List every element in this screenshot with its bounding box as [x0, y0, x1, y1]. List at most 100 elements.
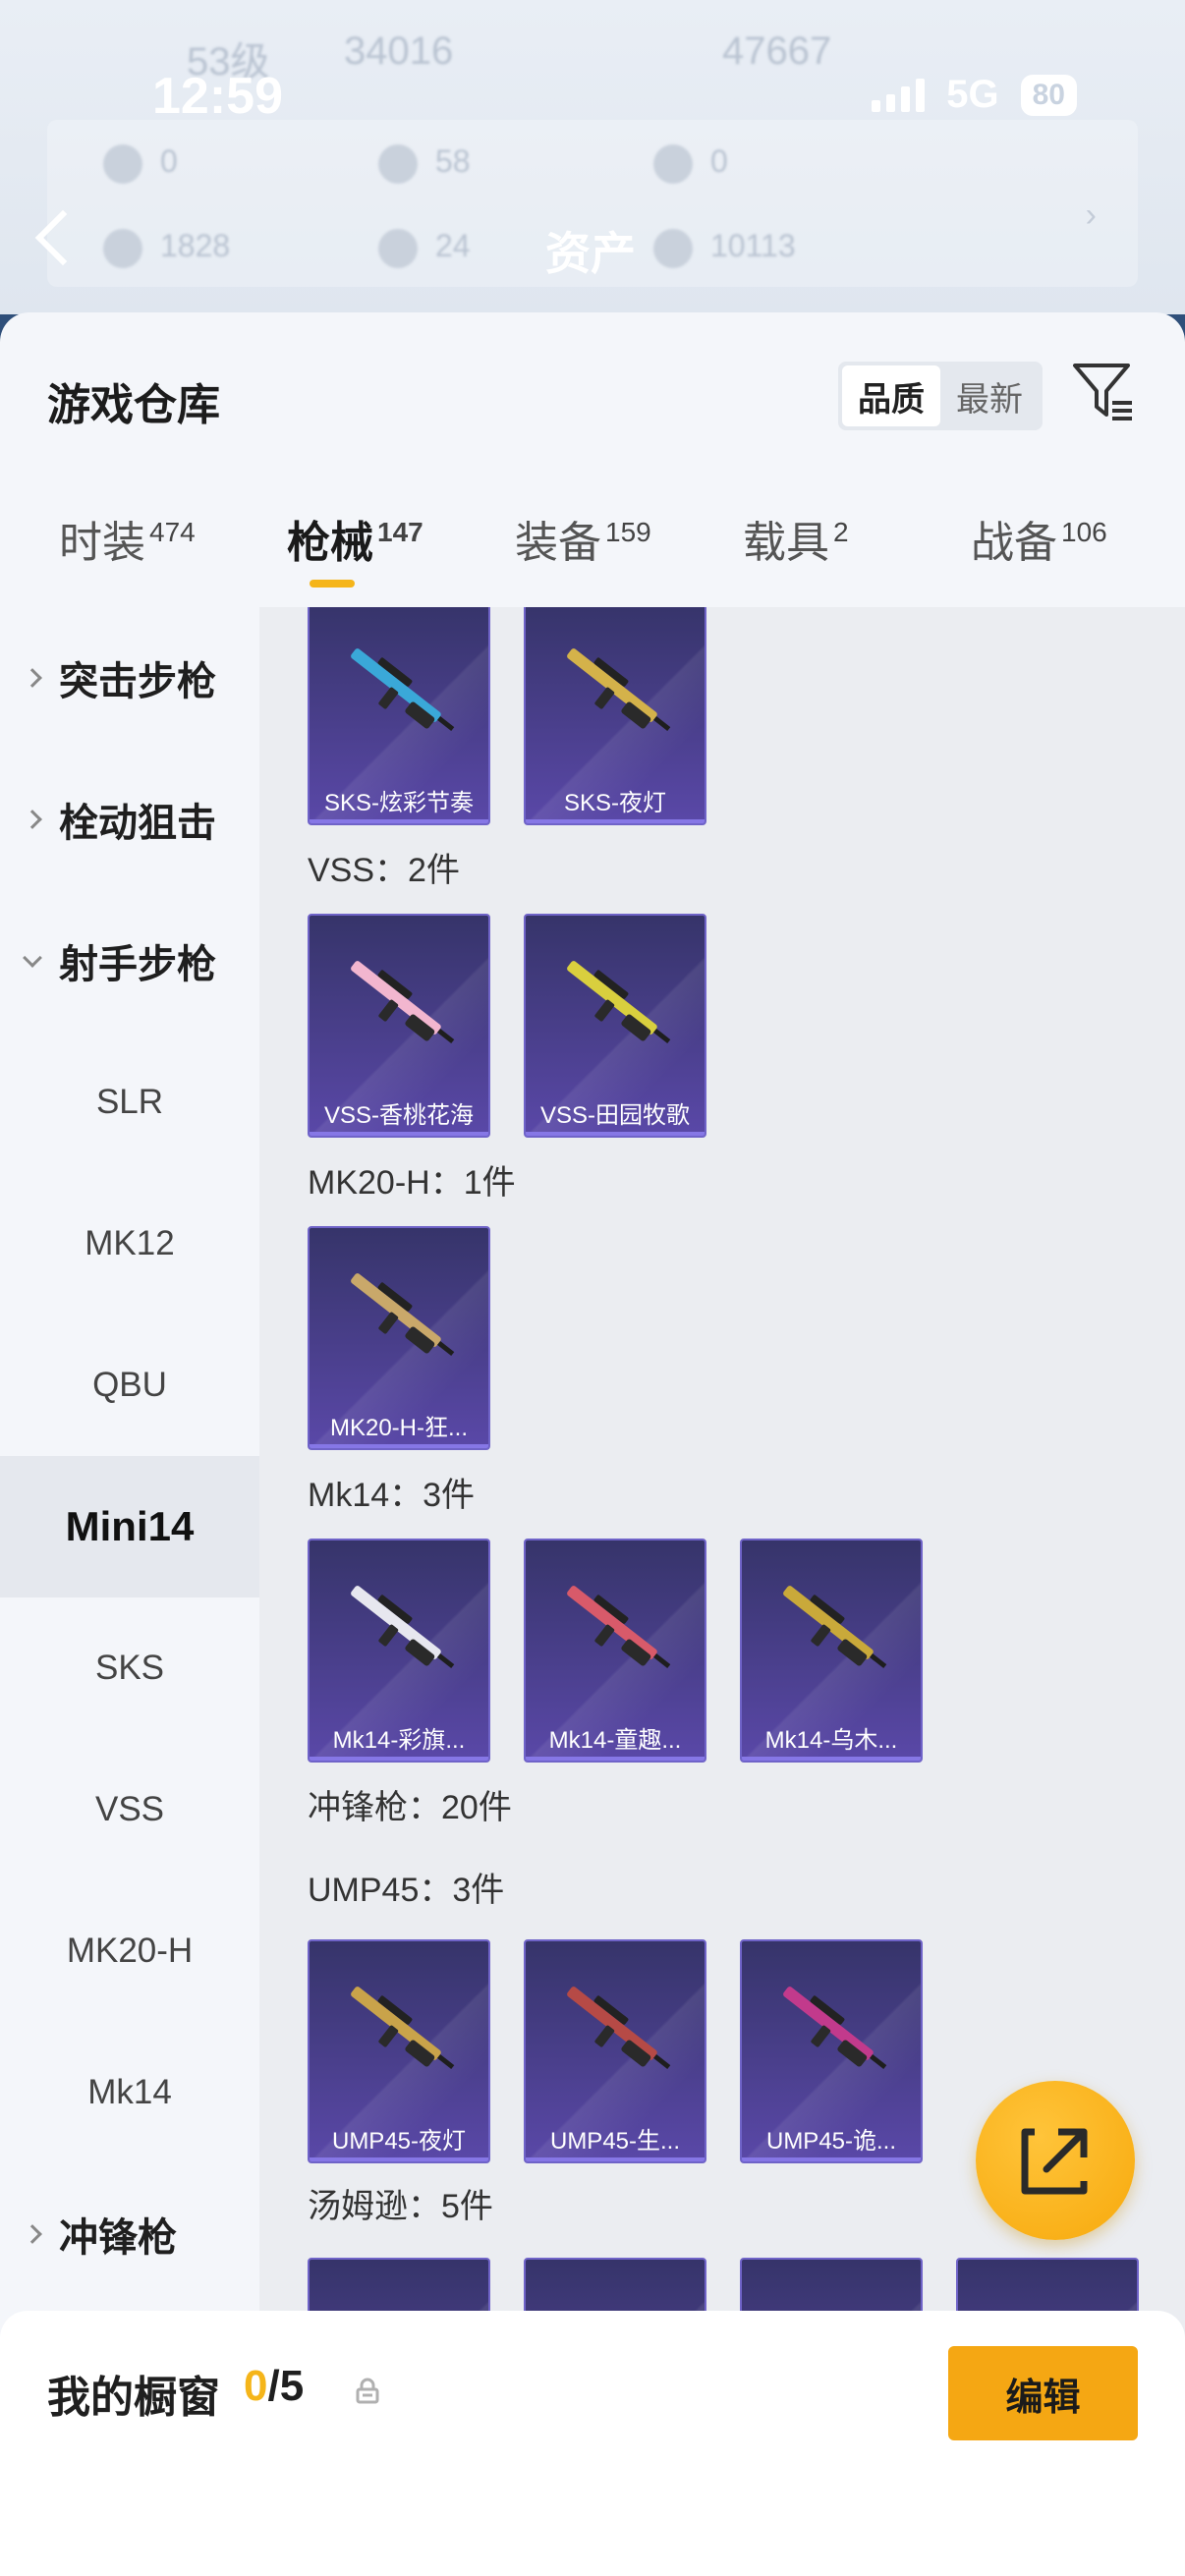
rarity-bar — [526, 1757, 705, 1761]
sidebar-item-marksman-rifle[interactable]: 射手步枪 — [0, 890, 259, 1032]
item-name: UMP45-夜灯 — [331, 2128, 467, 2155]
bg-value: 10113 — [710, 228, 796, 263]
background-header: 53级 34016 47667 0 58 0 1828 24 10113 › 1… — [0, 0, 1185, 314]
sidebar-item-slr[interactable]: SLR — [0, 1032, 259, 1173]
battery-icon: 80 — [1020, 74, 1077, 116]
item-card[interactable]: VSS-田园牧歌 — [524, 914, 706, 1138]
bg-coins: 34016 — [344, 29, 454, 73]
bg-coin-icon — [103, 143, 142, 184]
group-label: Mk14：3件 — [308, 1477, 476, 1514]
sidebar-item-label: 射手步枪 — [59, 943, 216, 986]
signal-icon — [872, 78, 926, 112]
edit-button[interactable]: 编辑 — [948, 2346, 1138, 2440]
sort-quality-button[interactable]: 品质 — [842, 365, 940, 426]
sidebar-item-mk12[interactable]: MK12 — [0, 1173, 259, 1315]
sidebar-item-label: 栓动狙击 — [59, 802, 216, 845]
tab-count: 474 — [149, 517, 196, 548]
item-name: UMP45-诡... — [765, 2128, 897, 2155]
sheet-title: 游戏仓库 — [47, 381, 220, 429]
item-card[interactable]: Mk14-童趣... — [524, 1539, 706, 1763]
weapon-icon — [567, 1586, 671, 1669]
chevron-down-icon — [23, 948, 42, 968]
group-label: 汤姆逊：5件 — [308, 2188, 493, 2225]
chevron-right-icon — [23, 668, 42, 688]
item-name: Mk14-彩旗... — [332, 1727, 466, 1754]
sidebar-item-bolt-sniper[interactable]: 栓动狙击 — [0, 749, 259, 890]
tab-count: 159 — [605, 517, 651, 548]
weapon-icon — [783, 1987, 887, 2070]
tab-label: 枪械 — [287, 519, 373, 567]
item-name: Mk14-乌木... — [764, 1727, 898, 1754]
sidebar-item-qbu[interactable]: QBU — [0, 1315, 259, 1456]
group-label: UMP45：3件 — [308, 1872, 505, 1909]
tab-count: 2 — [833, 517, 849, 548]
tab-count: 106 — [1061, 517, 1107, 548]
group-label: VSS：2件 — [308, 852, 460, 889]
bg-value: 0 — [160, 143, 178, 179]
chevron-right-icon: › — [1085, 196, 1097, 234]
item-name: VSS-香桃花海 — [323, 1102, 474, 1129]
rarity-bar — [742, 1757, 921, 1761]
bg-points: 47667 — [722, 29, 832, 73]
tab-guns[interactable]: 枪械 147 — [287, 507, 423, 570]
bg-coin-icon — [378, 228, 418, 268]
bg-value: 1828 — [160, 228, 231, 263]
sidebar-item-sks[interactable]: SKS — [0, 1597, 259, 1739]
showcase-bar: 我的橱窗 0/5 编辑 — [0, 2311, 1185, 2576]
rarity-bar — [742, 2157, 921, 2161]
filter-icon[interactable] — [1071, 360, 1136, 424]
sidebar-item-mk20h[interactable]: MK20-H — [0, 1880, 259, 2022]
chevron-right-icon — [23, 810, 42, 829]
bg-coin-icon — [378, 143, 418, 184]
category-sidebar: 突击步枪 栓动狙击 射手步枪 SLR MK12 QBU Mini14 SKS V… — [0, 607, 259, 2435]
rarity-bar — [526, 819, 705, 823]
showcase-count: 0/5 — [244, 2362, 304, 2411]
item-card[interactable]: Mk14-彩旗... — [308, 1539, 490, 1763]
rarity-bar — [310, 1132, 488, 1136]
bg-coin-icon — [653, 228, 693, 268]
bg-coin-icon — [103, 228, 142, 268]
item-card[interactable]: UMP45-诡... — [740, 1939, 923, 2163]
tab-label: 载具 — [743, 519, 829, 567]
share-button[interactable] — [976, 2081, 1135, 2240]
item-card[interactable]: MK20-H-狂... — [308, 1226, 490, 1450]
tab-gear[interactable]: 战备 106 — [971, 507, 1107, 570]
weapon-icon — [567, 1987, 671, 2070]
sort-latest-button[interactable]: 最新 — [940, 365, 1039, 426]
share-icon — [1021, 2128, 1088, 2195]
tab-equipment[interactable]: 装备 159 — [515, 507, 651, 570]
sidebar-item-mini14[interactable]: Mini14 — [0, 1456, 259, 1597]
bg-value: 24 — [435, 228, 471, 263]
item-card[interactable]: VSS-香桃花海 — [308, 914, 490, 1138]
sidebar-item-mk14[interactable]: Mk14 — [0, 2022, 259, 2163]
status-time: 12:59 — [152, 68, 283, 125]
network-type: 5G — [946, 73, 999, 116]
item-card[interactable]: SKS-夜灯 — [524, 607, 706, 825]
weapon-icon — [783, 1586, 887, 1669]
item-card[interactable]: Mk14-乌木... — [740, 1539, 923, 1763]
weapon-icon — [351, 1273, 455, 1357]
group-label: MK20-H：1件 — [308, 1164, 516, 1202]
bg-coin-icon — [653, 143, 693, 184]
item-card[interactable]: SKS-炫彩节奏 — [308, 607, 490, 825]
weapon-icon — [351, 1987, 455, 2070]
group-label: 冲锋枪：20件 — [308, 1789, 512, 1826]
item-card[interactable]: UMP45-夜灯 — [308, 1939, 490, 2163]
sidebar-item-vss[interactable]: VSS — [0, 1739, 259, 1880]
bg-value: 58 — [435, 143, 471, 179]
item-name: MK20-H-狂... — [329, 1415, 468, 1441]
bg-value: 0 — [710, 143, 728, 179]
tab-count: 147 — [377, 517, 423, 548]
weapon-icon — [351, 1586, 455, 1669]
rarity-bar — [310, 2157, 488, 2161]
sidebar-item-smg[interactable]: 冲锋枪 — [0, 2163, 259, 2305]
item-name: SKS-夜灯 — [563, 790, 666, 816]
sidebar-item-label: 冲锋枪 — [59, 2216, 177, 2260]
rarity-bar — [310, 819, 488, 823]
sidebar-item-assault-rifle[interactable]: 突击步枪 — [0, 607, 259, 749]
tab-vehicles[interactable]: 载具 2 — [743, 507, 849, 570]
tab-label: 时装 — [59, 519, 145, 567]
item-card[interactable]: UMP45-生... — [524, 1939, 706, 2163]
tab-label: 战备 — [971, 519, 1057, 567]
tab-fashion[interactable]: 时装 474 — [59, 507, 196, 570]
